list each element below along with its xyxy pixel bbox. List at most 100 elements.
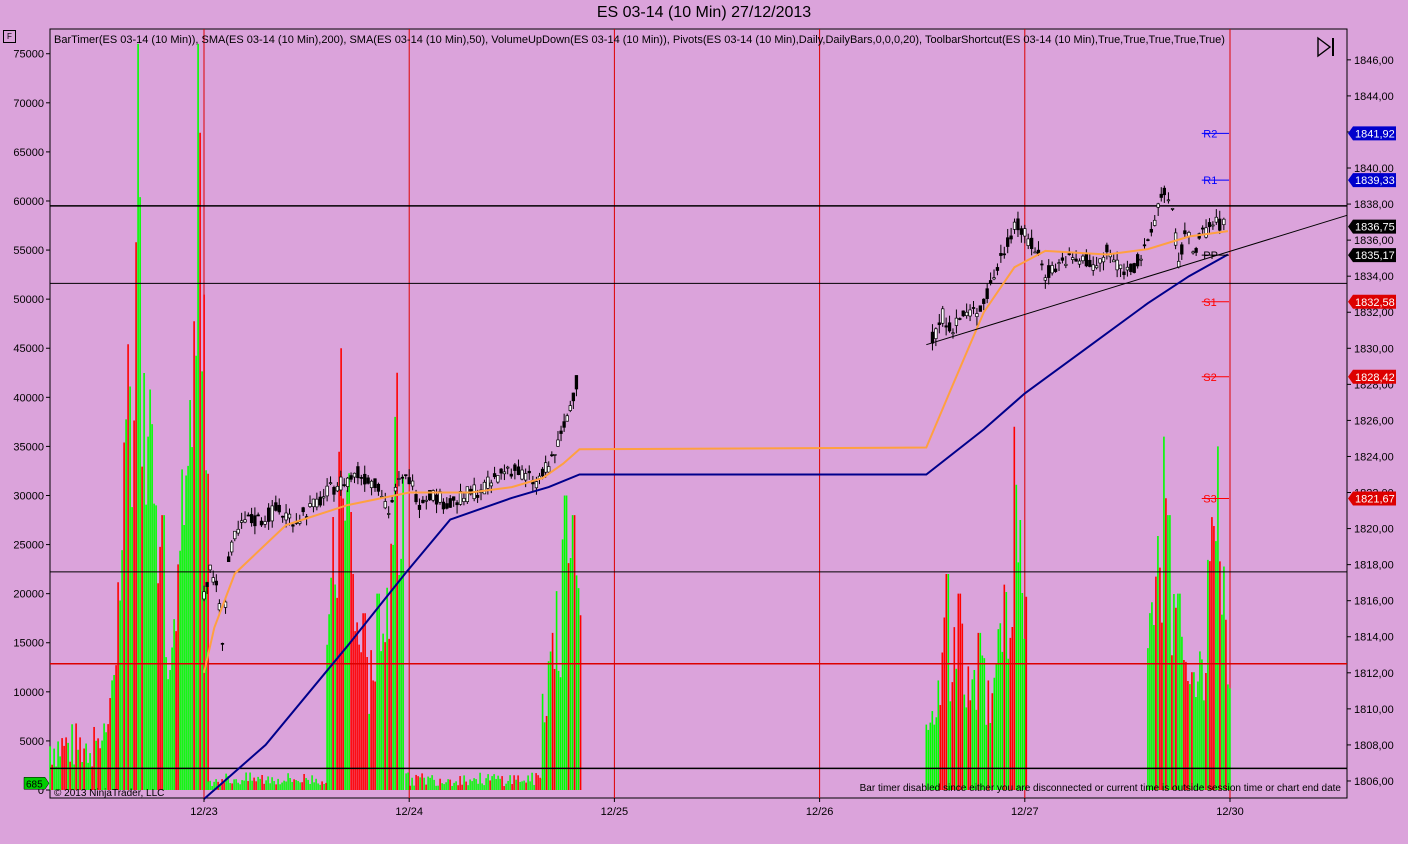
pivot-label: S3 <box>1203 493 1216 505</box>
candle-body <box>1006 237 1010 247</box>
candle-body <box>387 513 391 515</box>
candle-body <box>376 483 381 492</box>
candle-body <box>284 512 288 521</box>
candle-body <box>356 466 360 479</box>
candle-body <box>1009 235 1013 240</box>
candle-body <box>345 477 350 487</box>
candle-body <box>1173 232 1178 246</box>
candle-body <box>934 328 938 340</box>
candle-body <box>404 474 408 477</box>
price-tick-label: 1834,00 <box>1354 271 1394 283</box>
candle-body <box>1166 199 1171 202</box>
candle-body <box>1159 193 1163 198</box>
candle-body <box>421 499 425 504</box>
candle-body <box>1191 251 1195 254</box>
candle-body <box>455 502 459 506</box>
candle-body <box>281 515 285 518</box>
volume-marker-label: 685 <box>26 779 43 790</box>
volume-tick-label: 45000 <box>13 343 44 355</box>
candle-body <box>930 331 935 344</box>
candle-body <box>383 501 387 509</box>
price-tick-label: 1826,00 <box>1354 415 1394 427</box>
candle-body <box>496 475 500 483</box>
volume-tick-label: 75000 <box>13 49 44 61</box>
x-tick-label: 12/27 <box>1011 806 1039 818</box>
candle-body <box>1077 260 1082 265</box>
candle-body <box>236 528 240 534</box>
candle-body <box>301 507 305 513</box>
candle-body <box>1222 218 1226 226</box>
volume-tick-label: 30000 <box>13 490 44 502</box>
candle-body <box>298 521 302 524</box>
candle-body <box>363 473 367 485</box>
candle-body <box>1047 265 1051 278</box>
candle-body <box>1043 277 1047 281</box>
volume-tick-label: 25000 <box>13 540 44 552</box>
copyright-label: © 2013 NinjaTrader, LLC <box>54 788 164 799</box>
price-marker-label: 1839,33 <box>1355 175 1395 187</box>
price-marker-label: 1821,67 <box>1355 493 1395 505</box>
candle-body <box>1207 222 1212 228</box>
candle-body <box>1057 262 1061 264</box>
volume-tick-label: 35000 <box>13 441 44 453</box>
candle-body <box>359 477 363 479</box>
candle-body <box>332 487 336 495</box>
volume-tick-label: 5000 <box>20 736 44 748</box>
price-marker-label: 1828,42 <box>1355 372 1395 384</box>
candle-body <box>1040 263 1044 266</box>
price-marker-label: 1835,17 <box>1355 250 1395 262</box>
candle-body <box>322 496 326 499</box>
candle-body <box>220 642 225 645</box>
candle-body <box>249 514 254 524</box>
volume-tick-label: 65000 <box>13 147 44 159</box>
candle-body <box>509 473 513 477</box>
candle-body <box>944 325 948 328</box>
candle-body <box>318 496 322 506</box>
candle-body <box>961 310 965 317</box>
candle-body <box>1115 259 1119 271</box>
candle-body <box>482 481 487 495</box>
price-tick-label: 1808,00 <box>1354 740 1394 752</box>
candle-body <box>988 280 993 284</box>
candle-body <box>1084 252 1089 267</box>
price-marker-label: 1832,58 <box>1355 297 1395 309</box>
candle-body <box>516 466 521 476</box>
x-tick-label: 12/24 <box>395 806 423 818</box>
price-chart[interactable]: R2R1PPS1S2S3 12/23 12/24 12/25 12/26 12/27 12… <box>0 26 1408 844</box>
candle-body <box>1105 244 1109 253</box>
candle-body <box>352 472 357 478</box>
candle-body <box>1183 230 1187 235</box>
x-tick-label: 12/25 <box>601 806 629 818</box>
bar-timer-message: Bar timer disabled since either you are … <box>860 783 1342 794</box>
candle-body <box>1153 219 1157 226</box>
candle-body <box>524 473 528 481</box>
price-tick-label: 1806,00 <box>1354 776 1394 788</box>
price-marker-label: 1841,92 <box>1355 128 1395 140</box>
candle-body <box>1177 260 1181 268</box>
candle-body <box>1081 255 1085 262</box>
candle-body <box>1088 259 1092 267</box>
volume-tick-label: 50000 <box>13 294 44 306</box>
candle-body <box>407 477 411 485</box>
window-title: ES 03-14 (10 Min) 27/12/2013 <box>596 4 812 21</box>
candle-body <box>217 603 222 611</box>
candle-body <box>287 513 292 519</box>
candle-body <box>550 454 554 457</box>
candle-body <box>492 473 497 478</box>
candle-body <box>315 498 319 508</box>
candle-body <box>1101 256 1106 263</box>
candle-body <box>414 494 418 503</box>
candle-body <box>390 500 394 503</box>
candle-body <box>506 466 510 469</box>
candle-body <box>1029 237 1034 249</box>
volume-tick-label: 10000 <box>13 687 44 699</box>
candle-body <box>1162 187 1166 196</box>
candle-body <box>559 430 563 434</box>
candle-body <box>1156 203 1160 208</box>
x-tick-label: 12/26 <box>806 806 834 818</box>
candle-body <box>1129 263 1133 273</box>
candle-body <box>1098 258 1102 264</box>
volume-tick-label: 15000 <box>13 638 44 650</box>
candle-body <box>452 496 456 501</box>
price-tick-label: 1818,00 <box>1354 560 1394 572</box>
